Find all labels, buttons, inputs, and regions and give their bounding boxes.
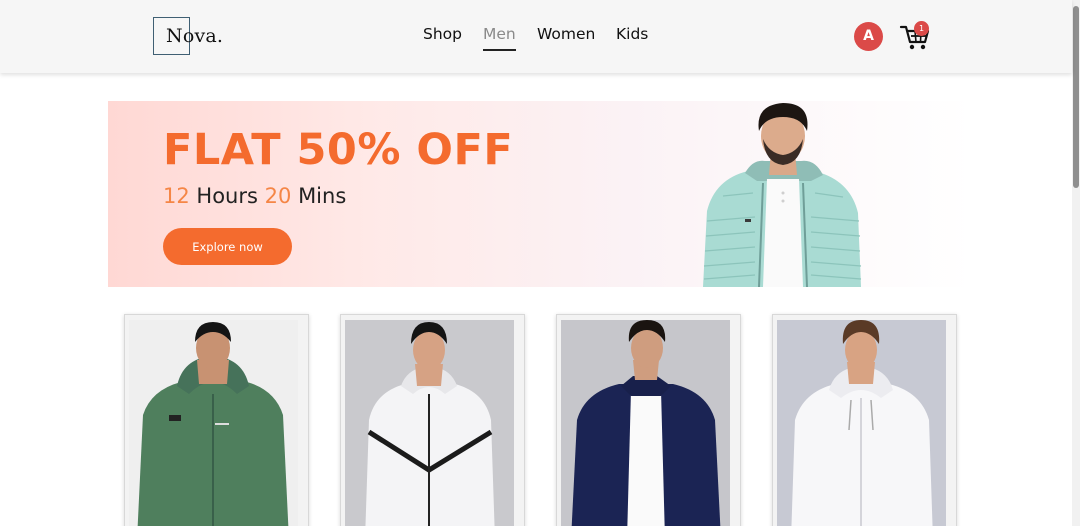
nav-item-kids[interactable]: Kids	[616, 25, 648, 43]
user-avatar[interactable]: A	[854, 22, 883, 51]
cart-count-badge: 1	[914, 21, 929, 36]
hours-label: Hours	[196, 184, 258, 208]
product-image	[129, 320, 298, 526]
product-card[interactable]	[124, 314, 309, 526]
product-image	[561, 320, 730, 526]
product-card[interactable]	[556, 314, 741, 526]
hours-value: 12	[163, 184, 190, 208]
page-scrollbar[interactable]	[1072, 0, 1080, 526]
nav-item-men-label: Men	[483, 25, 516, 43]
countdown-timer: 12 Hours 20 Mins	[163, 184, 346, 208]
banner-headline: FLAT 50% OFF	[163, 125, 514, 175]
product-image	[345, 320, 514, 526]
nav-item-shop[interactable]: Shop	[423, 25, 462, 43]
promo-banner: FLAT 50% OFF 12 Hours 20 Mins Explore no…	[108, 101, 972, 287]
top-navbar: Nova. Shop Men Women Kids A 1	[0, 0, 1072, 73]
product-image	[777, 320, 946, 526]
nav-item-men[interactable]: Men	[483, 25, 516, 51]
nav-item-women[interactable]: Women	[537, 25, 595, 43]
banner-model-image	[703, 103, 862, 287]
product-card[interactable]	[772, 314, 957, 526]
active-nav-underline	[483, 49, 516, 51]
scrollbar-thumb[interactable]	[1073, 6, 1079, 188]
product-card[interactable]	[340, 314, 525, 526]
explore-now-button[interactable]: Explore now	[163, 228, 292, 265]
mins-value: 20	[264, 184, 292, 208]
mins-label: Mins	[298, 184, 347, 208]
